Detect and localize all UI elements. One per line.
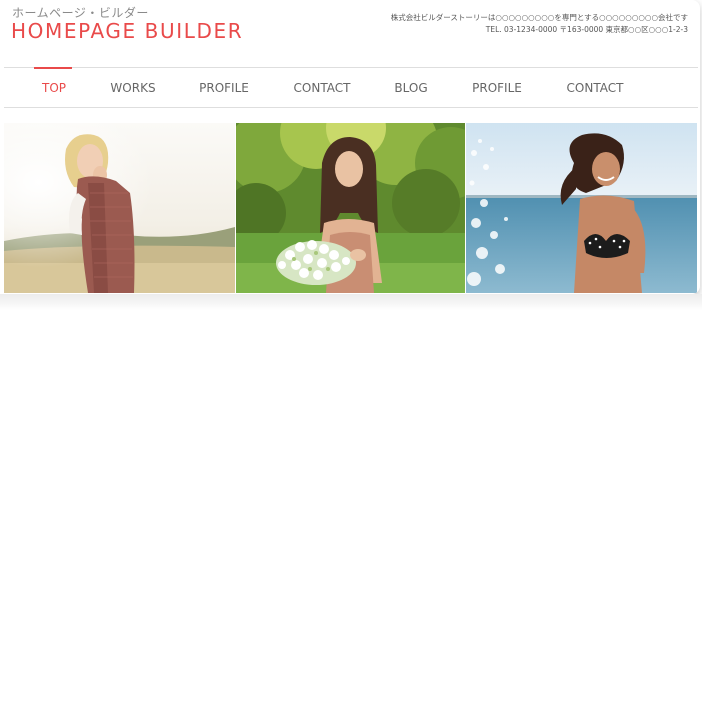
nav-item-profile-2[interactable]: PROFILE [472,68,522,107]
gallery-photo-1[interactable] [4,123,235,293]
site-logo-title[interactable]: HOMEPAGE BUILDER [11,19,243,43]
photo-woman-knit-scarf [4,123,235,293]
nav-item-profile[interactable]: PROFILE [199,68,249,107]
page: ホームページ・ビルダー HOMEPAGE BUILDER 株式会社ビルダーストー… [0,0,702,702]
nav-item-top[interactable]: TOP [42,68,66,107]
company-info: 株式会社ビルダーストーリーは○○○○○○○○○を専門とする○○○○○○○○○会社… [391,12,688,36]
company-contact: TEL. 03-1234-0000 〒163-0000 東京都○○区○○○1-2… [485,25,688,34]
gallery-photo-2[interactable] [236,123,465,293]
nav-item-contact-2[interactable]: CONTACT [567,68,624,107]
gallery-photo-3[interactable] [466,123,697,293]
photo-woman-beach-splash [466,123,697,293]
site-header-card: ホームページ・ビルダー HOMEPAGE BUILDER 株式会社ビルダーストー… [0,0,700,294]
company-description: 株式会社ビルダーストーリーは○○○○○○○○○を専門とする○○○○○○○○○会社… [390,13,688,22]
header-shadow [0,294,702,310]
nav-item-works[interactable]: WORKS [110,68,155,107]
global-nav: TOP WORKS PROFILE CONTACT BLOG PROFILE C… [4,67,698,108]
nav-item-contact[interactable]: CONTACT [294,68,351,107]
nav-item-blog[interactable]: BLOG [394,68,427,107]
photo-woman-flowers [236,123,465,293]
